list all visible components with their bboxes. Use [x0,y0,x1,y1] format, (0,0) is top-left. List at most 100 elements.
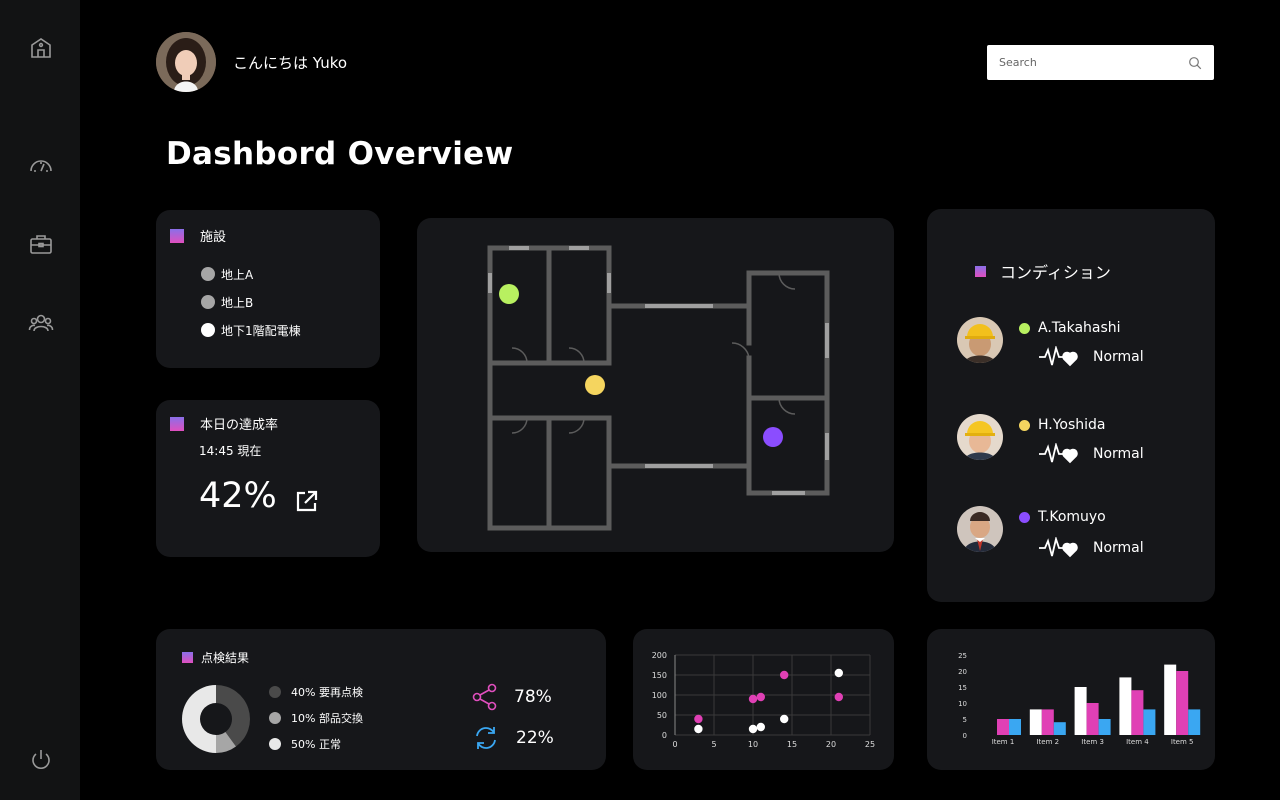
legend-swatch [269,686,281,698]
legend-label: 40% 要再点検 [291,686,363,699]
facility-item-basement[interactable]: 地下1階配電棟 [201,316,301,344]
condition-card: コンディション A.Takahashi Normal H.Yoshida Nor… [927,209,1215,602]
home-icon[interactable] [25,32,57,64]
inspection-card: 点検結果 40% 要再点検 10% 部品交換 50% 正常 78% 22% [156,629,606,770]
bar-card: 0 5 10 15 20 25 Item 1 Item 2 Item 3 Item 4 Item 5 [927,629,1215,770]
worker-marker-komuyo[interactable] [763,427,783,447]
worker-status: Normal [1093,446,1144,462]
donut-slice[interactable] [182,685,216,753]
bar[interactable] [1053,722,1066,735]
scatter-card: 0 5 10 15 20 25 0 50 100 150 200 [633,629,894,770]
x-tick-label: Item 5 [1171,738,1194,746]
x-tick-label: Item 1 [992,738,1015,746]
facility-item-a[interactable]: 地上A [201,260,301,288]
worker-status: Normal [1093,349,1144,365]
status-dot [1019,511,1030,523]
scatter-chart[interactable]: 0 5 10 15 20 25 0 50 100 150 200 [633,629,894,770]
bar[interactable] [1041,709,1054,735]
y-tick-label: 10 [958,700,967,708]
worker-name: H.Yoshida [1038,417,1106,433]
achievement-card: 本日の達成率 14:45 現在 42% [156,400,380,557]
bar[interactable] [1009,719,1021,735]
bar[interactable] [1176,671,1189,735]
bar[interactable] [1029,709,1042,735]
scatter-point[interactable] [780,714,789,724]
bar[interactable] [1098,719,1111,735]
worker-row[interactable]: T.Komuyo Normal [957,506,1207,566]
bar[interactable] [1131,690,1144,735]
scatter-point[interactable] [834,668,843,678]
scatter-point[interactable] [756,722,765,732]
bar[interactable] [1143,709,1156,735]
facility-card: 施設 地上A 地上B 地下1階配電棟 [156,210,380,368]
facility-label: 地上A [221,267,254,282]
floorplan-map[interactable] [417,218,894,552]
y-tick-label: 20 [958,668,967,676]
heartbeat-icon [1039,443,1078,464]
facility-item-b[interactable]: 地上B [201,288,301,316]
worker-status: Normal [1093,540,1144,556]
greeting: こんにちは Yuko [233,54,348,72]
stat-value: 78% [514,687,552,707]
refresh-icon[interactable] [472,724,500,752]
x-tick-label: 20 [826,740,836,749]
bar-chart[interactable]: 0 5 10 15 20 25 Item 1 Item 2 Item 3 Item 4 Item 5 [927,629,1215,770]
avatar[interactable] [156,32,216,92]
legend-label: 10% 部品交換 [291,712,363,725]
status-dot [201,267,215,281]
achievement-value: 42% [199,476,277,516]
bar[interactable] [1086,703,1099,735]
heartbeat-icon [1039,537,1078,558]
x-tick-label: Item 3 [1081,738,1104,746]
bar[interactable] [1188,709,1201,735]
stat-refresh: 22% [472,724,554,752]
card-marker-icon [975,265,986,277]
scatter-point[interactable] [748,724,758,734]
card-marker-icon [182,652,193,663]
avatar [957,506,1003,552]
briefcase-icon[interactable] [25,228,57,260]
worker-row[interactable]: A.Takahashi Normal [957,317,1207,377]
sidebar [0,0,80,800]
status-dot [1019,419,1030,431]
worker-name: A.Takahashi [1038,320,1121,336]
x-tick-label: Item 2 [1036,738,1059,746]
x-tick-label: 0 [672,740,677,749]
y-tick-label: 25 [958,652,967,660]
bar[interactable] [1164,664,1177,735]
floorplan-card [417,218,894,552]
x-tick-label: Item 4 [1126,738,1149,746]
worker-marker-takahashi[interactable] [499,284,519,304]
scatter-point[interactable] [694,714,703,724]
inspection-donut-chart[interactable] [180,683,252,755]
scatter-point[interactable] [780,670,789,680]
scatter-point[interactable] [756,692,765,702]
speedometer-icon[interactable] [25,149,57,181]
status-dot [201,323,215,337]
y-tick-label: 0 [662,731,667,740]
facility-list: 地上A 地上B 地下1階配電棟 [201,260,301,344]
share-icon[interactable] [472,683,498,711]
x-tick-label: 10 [748,740,758,749]
facility-title: 施設 [200,230,227,245]
worker-row[interactable]: H.Yoshida Normal [957,414,1207,474]
external-link-icon[interactable] [294,488,320,514]
scatter-point[interactable] [834,692,843,702]
search-icon[interactable] [1188,56,1202,70]
heartbeat-icon [1039,346,1078,367]
bar[interactable] [1074,687,1087,735]
bar[interactable] [1119,677,1132,735]
y-tick-label: 5 [963,716,967,724]
power-icon[interactable] [25,744,57,776]
x-tick-label: 5 [711,740,716,749]
x-tick-label: 15 [787,740,797,749]
worker-marker-yoshida[interactable] [585,375,605,395]
bar[interactable] [997,719,1009,735]
search-input[interactable] [999,56,1188,69]
avatar [957,317,1003,363]
scatter-point[interactable] [694,724,703,734]
scatter-point[interactable] [748,694,758,704]
achievement-title: 本日の達成率 [200,418,279,433]
search-bar[interactable] [987,45,1214,80]
users-icon[interactable] [25,307,57,339]
